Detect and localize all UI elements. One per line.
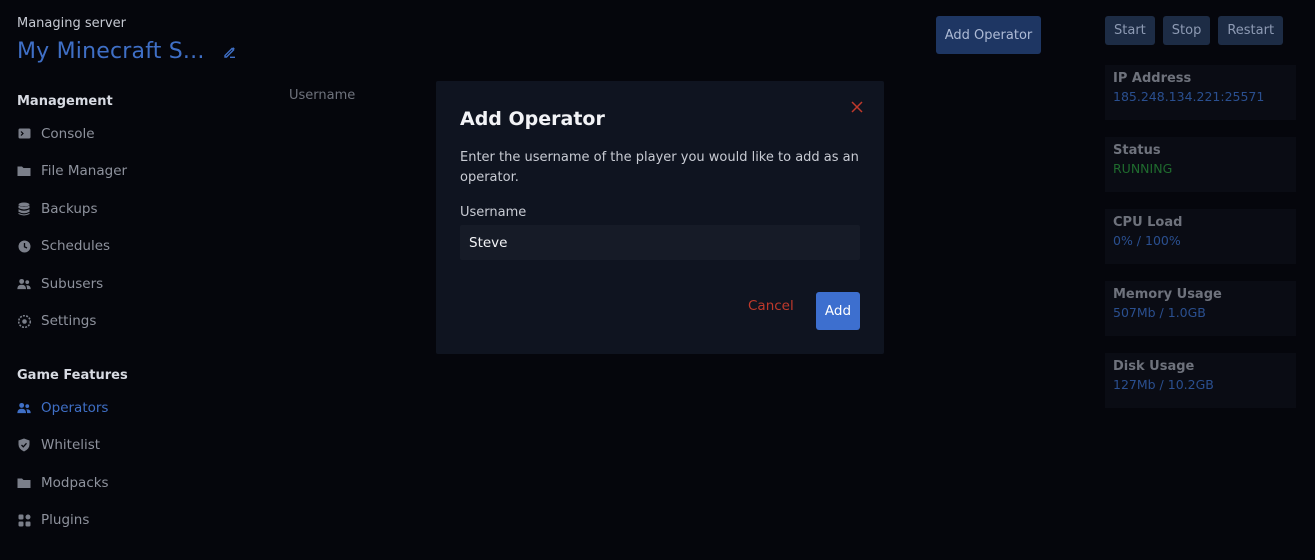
stat-label: Status: [1113, 143, 1161, 158]
folder-icon: [17, 164, 31, 178]
sidebar-item-operators[interactable]: Operators: [17, 389, 109, 427]
sidebar-item-modpacks[interactable]: Modpacks: [17, 464, 109, 502]
restart-button[interactable]: Restart: [1218, 16, 1284, 45]
stat-card-memory-usage: Memory Usage 507Mb / 1.0GB: [1105, 281, 1296, 336]
stop-button[interactable]: Stop: [1162, 16, 1211, 45]
sidebar-item-label: Backups: [41, 200, 98, 217]
management-nav: Console File Manager Backups Schedules S…: [17, 115, 127, 340]
sidebar-item-label: Console: [41, 125, 95, 142]
game-features-section-title: Game Features: [17, 368, 128, 383]
sidebar-item-backups[interactable]: Backups: [17, 190, 127, 228]
sidebar-item-label: Modpacks: [41, 474, 109, 491]
server-name: My Minecraft S...: [17, 39, 205, 64]
sidebar-item-schedules[interactable]: Schedules: [17, 228, 127, 266]
sidebar-item-whitelist[interactable]: Whitelist: [17, 427, 109, 465]
stat-card-status: Status RUNNING: [1105, 137, 1296, 192]
sidebar-item-file-manager[interactable]: File Manager: [17, 153, 127, 191]
sidebar-item-plugins[interactable]: Plugins: [17, 502, 109, 540]
username-column-header: Username: [289, 88, 356, 103]
add-operator-modal: Add Operator Enter the username of the p…: [436, 81, 884, 354]
sidebar-item-label: Whitelist: [41, 437, 101, 454]
stat-card-ip-address: IP Address 185.248.134.221:25571: [1105, 65, 1296, 120]
puzzle-icon: [17, 513, 31, 527]
stat-card-cpu-load: CPU Load 0% / 100%: [1105, 209, 1296, 264]
sidebar-item-label: Subusers: [41, 275, 104, 292]
database-icon: [17, 202, 31, 216]
gear-icon: [17, 314, 31, 328]
stat-value[interactable]: 185.248.134.221:25571: [1113, 89, 1288, 104]
stat-value: 127Mb / 10.2GB: [1113, 377, 1214, 392]
stat-value: 0% / 100%: [1113, 233, 1181, 248]
stat-value: 507Mb / 1.0GB: [1113, 305, 1206, 320]
stat-label: IP Address: [1113, 71, 1192, 86]
start-button[interactable]: Start: [1105, 16, 1155, 45]
sidebar-item-label: Operators: [41, 399, 109, 416]
stat-label: Memory Usage: [1113, 287, 1222, 302]
username-input[interactable]: [460, 225, 860, 260]
add-button[interactable]: Add: [816, 292, 860, 330]
sidebar-item-label: File Manager: [41, 163, 128, 180]
sidebar-item-console[interactable]: Console: [17, 115, 127, 153]
add-operator-button[interactable]: Add Operator: [936, 16, 1041, 54]
folder-icon: [17, 476, 31, 490]
clock-icon: [17, 239, 31, 253]
managing-label: Managing server: [17, 16, 127, 31]
terminal-icon: [17, 127, 31, 141]
modal-description: Enter the username of the player you wou…: [460, 150, 859, 185]
edit-icon[interactable]: [223, 45, 237, 59]
sidebar-item-label: Plugins: [41, 512, 90, 529]
sidebar-item-subusers[interactable]: Subusers: [17, 265, 127, 303]
users-icon: [17, 277, 31, 291]
server-title: My Minecraft S...: [17, 39, 237, 64]
cancel-button[interactable]: Cancel: [748, 298, 794, 314]
close-icon[interactable]: [850, 100, 864, 114]
management-section-title: Management: [17, 94, 113, 109]
game-features-nav: Operators Whitelist Modpacks Plugins: [17, 389, 109, 539]
server-page: Managing server My Minecraft S... Manage…: [0, 0, 1315, 560]
username-field-label: Username: [460, 205, 527, 220]
stat-label: CPU Load: [1113, 215, 1183, 230]
modal-title: Add Operator: [460, 108, 605, 130]
stat-label: Disk Usage: [1113, 359, 1195, 374]
stat-card-disk-usage: Disk Usage 127Mb / 10.2GB: [1105, 353, 1296, 408]
sidebar-item-settings[interactable]: Settings: [17, 303, 127, 341]
shield-icon: [17, 438, 31, 452]
status-value: RUNNING: [1113, 161, 1173, 176]
users-icon: [17, 401, 31, 415]
sidebar-item-label: Settings: [41, 313, 97, 330]
server-controls: Start Stop Restart: [1105, 16, 1284, 45]
sidebar-item-label: Schedules: [41, 238, 111, 255]
